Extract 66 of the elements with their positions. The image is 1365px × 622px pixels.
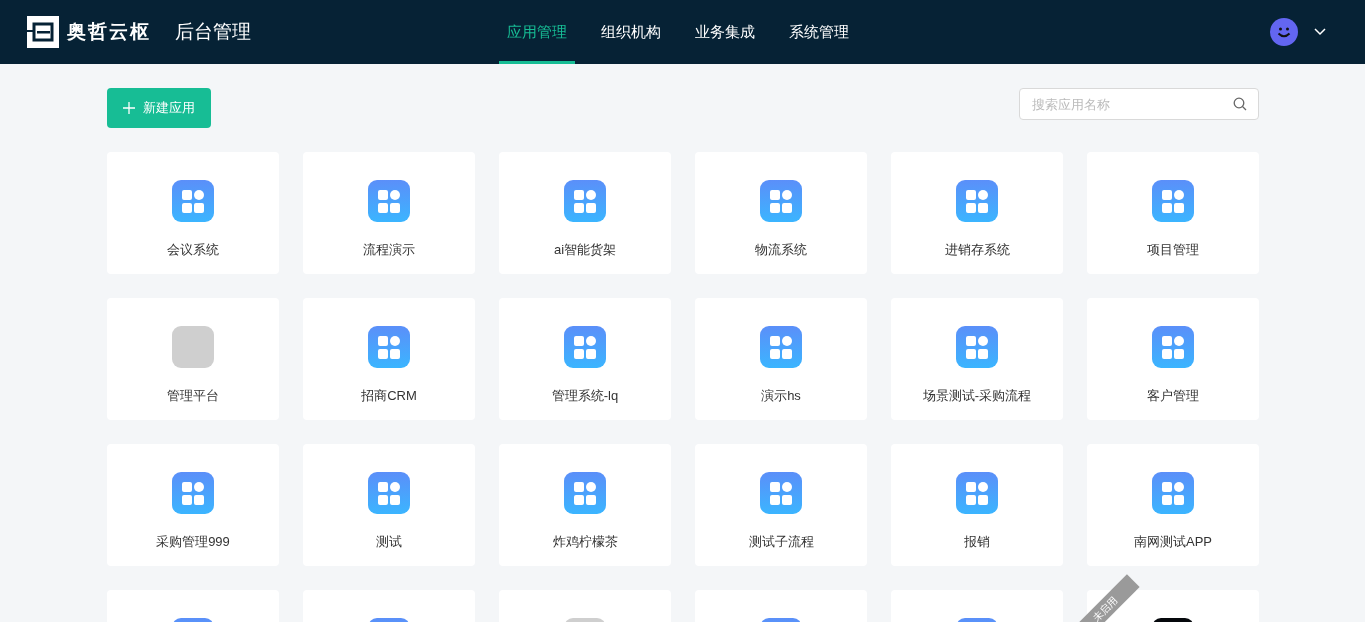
app-name: 流程演示 (363, 241, 415, 259)
app-grid-icon (368, 326, 410, 368)
app-name: 进销存系统 (944, 241, 1010, 259)
app-grid-icon (1152, 472, 1194, 514)
app-name: 管理平台 (167, 387, 219, 405)
brand-name: 奥哲云枢 (67, 19, 151, 44)
app-grid-icon (564, 326, 606, 368)
app-card[interactable]: 项目管理 (1087, 152, 1259, 274)
app-card[interactable]: 物流系统 (695, 152, 867, 274)
app-card[interactable]: 管理平台 (107, 298, 279, 420)
app-name: 炸鸡柠檬茶 (552, 533, 618, 551)
app-card[interactable]: 招商CRM (303, 298, 475, 420)
app-card[interactable]: 南网测试APP (1087, 444, 1259, 566)
app-grid-icon (172, 180, 214, 222)
app-name: 采购管理999 (156, 533, 230, 551)
app-grid-icon (1152, 326, 1194, 368)
app-card[interactable]: 管理系统-lq (499, 298, 671, 420)
app-name: ai智能货架 (553, 241, 617, 259)
app-name: 项目管理 (1147, 241, 1199, 259)
app-card[interactable]: 报销 (891, 444, 1063, 566)
app-card[interactable]: 演示hs (695, 298, 867, 420)
app-name: 测试子流程 (748, 533, 814, 551)
app-grid-icon (760, 326, 802, 368)
search-field[interactable]: 搜索应用名称 (1019, 88, 1259, 120)
app-grid-icon (760, 472, 802, 514)
app-card[interactable]: 采购管理999 (107, 444, 279, 566)
app-name: 测试 (376, 533, 402, 551)
app-grid-icon (368, 472, 410, 514)
app-grid-icon (760, 180, 802, 222)
app-card[interactable]: 流程演示 (303, 152, 475, 274)
app-grid-icon (956, 326, 998, 368)
app-name: 客户管理 (1147, 387, 1199, 405)
nav-tab[interactable]: 应用管理 (499, 0, 575, 64)
app-card[interactable]: 客户管理 (1087, 298, 1259, 420)
app-card[interactable]: 炸鸡柠檬茶 (499, 444, 671, 566)
app-grid-icon (956, 472, 998, 514)
app-name: 南网测试APP (1134, 533, 1212, 551)
app-name: 管理系统-lq (551, 387, 619, 405)
app-grid-icon (368, 180, 410, 222)
photo-placeholder (172, 326, 214, 368)
smiley-avatar-icon[interactable] (1270, 18, 1298, 46)
app-grid-icon (172, 472, 214, 514)
app-name: 会议系统 (167, 241, 219, 259)
app-card[interactable]: 进销存系统 (891, 152, 1063, 274)
app-card[interactable]: 测试子流程 (695, 444, 867, 566)
app-name: 演示hs (761, 387, 801, 405)
plus-icon (123, 102, 135, 114)
app-name: 场景测试-采购流程 (922, 387, 1032, 405)
app-grid-icon (1152, 180, 1194, 222)
nav-tab[interactable]: 系统管理 (781, 0, 857, 64)
app-card[interactable]: 测试 (303, 444, 475, 566)
app-name: 报销 (964, 533, 990, 551)
app-grid-icon (564, 180, 606, 222)
app-card[interactable]: ai智能货架 (499, 152, 671, 274)
app-grid-icon (564, 472, 606, 514)
nav-tab[interactable]: 组织机构 (593, 0, 669, 64)
search-icon (1233, 97, 1247, 111)
app-card[interactable]: 会议系统 (107, 152, 279, 274)
nav-tab[interactable]: 业务集成 (687, 0, 763, 64)
app-name: 物流系统 (755, 241, 807, 259)
app-name: 招商CRM (361, 387, 417, 405)
app-title: 后台管理 (175, 19, 251, 44)
chevron-down-icon[interactable] (1314, 28, 1326, 36)
logo-icon (27, 16, 59, 48)
app-grid-icon (956, 180, 998, 222)
app-card[interactable]: 场景测试-采购流程 (891, 298, 1063, 420)
